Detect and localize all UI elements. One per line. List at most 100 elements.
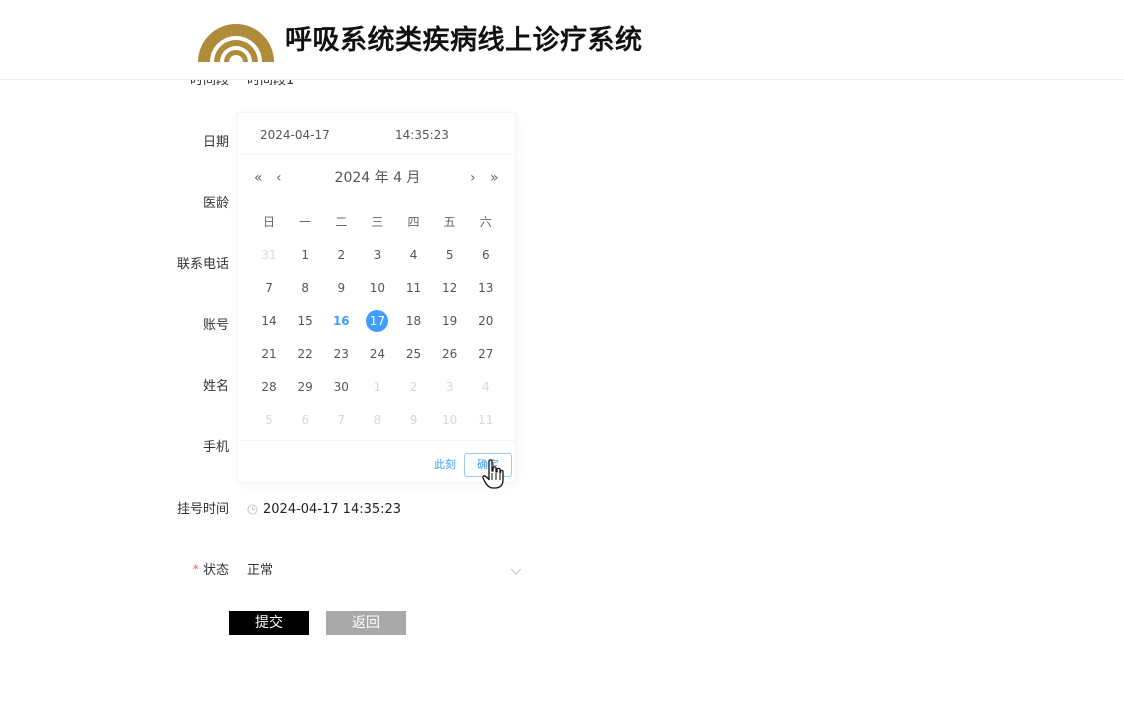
calendar-day-number: 16 bbox=[332, 313, 350, 328]
calendar-day-number: 6 bbox=[481, 247, 490, 262]
next-year-button[interactable]: » bbox=[490, 169, 499, 187]
calendar-day-number: 24 bbox=[369, 346, 386, 361]
calendar-day[interactable]: 1 bbox=[359, 370, 395, 403]
calendar-day[interactable]: 6 bbox=[468, 238, 504, 271]
calendar-day-number: 1 bbox=[373, 379, 382, 394]
calendar-day[interactable]: 15 bbox=[287, 304, 323, 337]
calendar-day[interactable]: 10 bbox=[359, 271, 395, 304]
calendar-day[interactable]: 3 bbox=[432, 370, 468, 403]
calendar-day[interactable]: 13 bbox=[468, 271, 504, 304]
calendar-day[interactable]: 31 bbox=[251, 238, 287, 271]
calendar-day-number: 25 bbox=[405, 346, 422, 361]
weekday-label: 二 bbox=[335, 215, 348, 229]
next-month-button[interactable]: › bbox=[470, 169, 476, 187]
calendar-day[interactable]: 14 bbox=[251, 304, 287, 337]
weekday-label: 日 bbox=[263, 215, 276, 229]
calendar-day[interactable]: 12 bbox=[432, 271, 468, 304]
calendar-day[interactable]: 9 bbox=[323, 271, 359, 304]
calendar-day-number: 12 bbox=[442, 280, 458, 295]
label-mobile: 手机 bbox=[202, 440, 229, 455]
calendar-day[interactable]: 26 bbox=[432, 337, 468, 370]
calendar-day-number: 15 bbox=[297, 313, 313, 328]
hand-pointer-icon bbox=[482, 459, 504, 489]
calendar-day[interactable]: 11 bbox=[468, 403, 504, 436]
back-button[interactable]: 返回 bbox=[326, 611, 406, 635]
register-time-input[interactable]: 2024-04-17 14:35:23 bbox=[263, 501, 401, 519]
calendar-day-number: 22 bbox=[297, 346, 313, 361]
label-time-slot: 时间段 bbox=[189, 73, 229, 88]
calendar-day[interactable]: 22 bbox=[287, 337, 323, 370]
calendar-day[interactable]: 5 bbox=[251, 403, 287, 436]
calendar-day[interactable]: 8 bbox=[359, 403, 395, 436]
calendar-day[interactable]: 4 bbox=[396, 238, 432, 271]
picker-date-input[interactable]: 2024-04-17 bbox=[260, 128, 330, 142]
calendar-day-number: 1 bbox=[301, 247, 309, 262]
calendar-day[interactable]: 27 bbox=[468, 337, 504, 370]
calendar-day-number: 8 bbox=[301, 280, 309, 295]
label-phone: 联系电话 bbox=[176, 257, 229, 272]
calendar-day-number: 7 bbox=[337, 412, 346, 427]
calendar-day[interactable]: 1 bbox=[287, 238, 323, 271]
datetime-picker-panel: 2024-04-17 14:35:23 « ‹ 2024 年 4 月 › » 日… bbox=[237, 112, 517, 483]
calendar-day-number: 9 bbox=[337, 280, 346, 295]
status-select[interactable]: 正常 bbox=[247, 562, 273, 580]
calendar-day[interactable]: 7 bbox=[251, 271, 287, 304]
label-register-time: 挂号时间 bbox=[176, 502, 229, 517]
calendar-days: 31 1 2 3 4 5 6 7 8 9 10 11 12 13 14 15 16 17 18 19 20 21 22 23 2… bbox=[251, 238, 504, 436]
label-account: 账号 bbox=[202, 318, 229, 333]
calendar-day[interactable]: 25 bbox=[396, 337, 432, 370]
calendar-day[interactable]: 3 bbox=[359, 238, 395, 271]
calendar-day-number: 17 bbox=[366, 309, 389, 332]
calendar-day[interactable]: 2 bbox=[396, 370, 432, 403]
calendar-day[interactable]: 6 bbox=[287, 403, 323, 436]
calendar-day-number: 4 bbox=[481, 379, 490, 394]
chevron-down-icon[interactable] bbox=[510, 566, 522, 576]
calendar-day[interactable]: 28 bbox=[251, 370, 287, 403]
calendar-day-number: 7 bbox=[265, 280, 273, 295]
submit-button[interactable]: 提交 bbox=[229, 611, 309, 635]
calendar-day-number: 8 bbox=[373, 412, 382, 427]
calendar-day-number: 20 bbox=[478, 313, 494, 328]
required-mark: * bbox=[192, 563, 199, 578]
calendar-day[interactable]: 23 bbox=[323, 337, 359, 370]
weekday-label: 六 bbox=[479, 215, 492, 229]
calendar-day-number: 27 bbox=[478, 346, 494, 361]
label-name: 姓名 bbox=[202, 379, 229, 394]
calendar-day-number: 2 bbox=[409, 379, 418, 394]
calendar-day-number: 3 bbox=[373, 247, 382, 262]
calendar-day[interactable]: 29 bbox=[287, 370, 323, 403]
calendar-day[interactable]: 7 bbox=[323, 403, 359, 436]
calendar-day[interactable]: 19 bbox=[432, 304, 468, 337]
calendar-day[interactable]: 4 bbox=[468, 370, 504, 403]
now-button[interactable]: 此刻 bbox=[434, 458, 456, 472]
calendar-day[interactable]: 9 bbox=[396, 403, 432, 436]
calendar-day-number: 5 bbox=[265, 412, 273, 427]
calendar-day-number: 28 bbox=[261, 379, 277, 394]
calendar-day-number: 19 bbox=[442, 313, 458, 328]
calendar-day-number: 14 bbox=[261, 313, 277, 328]
calendar-day-number: 9 bbox=[409, 412, 418, 427]
time-slot-value[interactable]: 时间段1 bbox=[247, 80, 294, 90]
calendar-day[interactable]: 11 bbox=[396, 271, 432, 304]
picker-time-input[interactable]: 14:35:23 bbox=[395, 128, 449, 142]
weekday-label: 四 bbox=[407, 215, 420, 229]
calendar-day[interactable]: 2 bbox=[323, 238, 359, 271]
calendar-day[interactable]: 24 bbox=[359, 337, 395, 370]
label-seniority: 医龄 bbox=[202, 196, 229, 211]
clock-icon bbox=[247, 504, 258, 515]
calendar-day[interactable]: 16 bbox=[323, 304, 359, 337]
calendar-day[interactable]: 30 bbox=[323, 370, 359, 403]
calendar-day[interactable]: 8 bbox=[287, 271, 323, 304]
calendar-day[interactable]: 18 bbox=[396, 304, 432, 337]
weekday-label: 一 bbox=[299, 215, 312, 229]
calendar-day-number: 21 bbox=[261, 346, 277, 361]
calendar-day[interactable]: 17 bbox=[359, 304, 395, 337]
registration-form: 时间段 时间段1 日期 医龄 联系电话 账号 姓名 手机 挂号时间 * 状态 20… bbox=[0, 0, 1124, 705]
calendar-day[interactable]: 10 bbox=[432, 403, 468, 436]
calendar-day[interactable]: 21 bbox=[251, 337, 287, 370]
calendar-day[interactable]: 5 bbox=[432, 238, 468, 271]
label-date: 日期 bbox=[202, 135, 229, 150]
calendar-day-number: 10 bbox=[442, 412, 458, 427]
calendar-day[interactable]: 20 bbox=[468, 304, 504, 337]
calendar-day-number: 13 bbox=[478, 280, 494, 295]
